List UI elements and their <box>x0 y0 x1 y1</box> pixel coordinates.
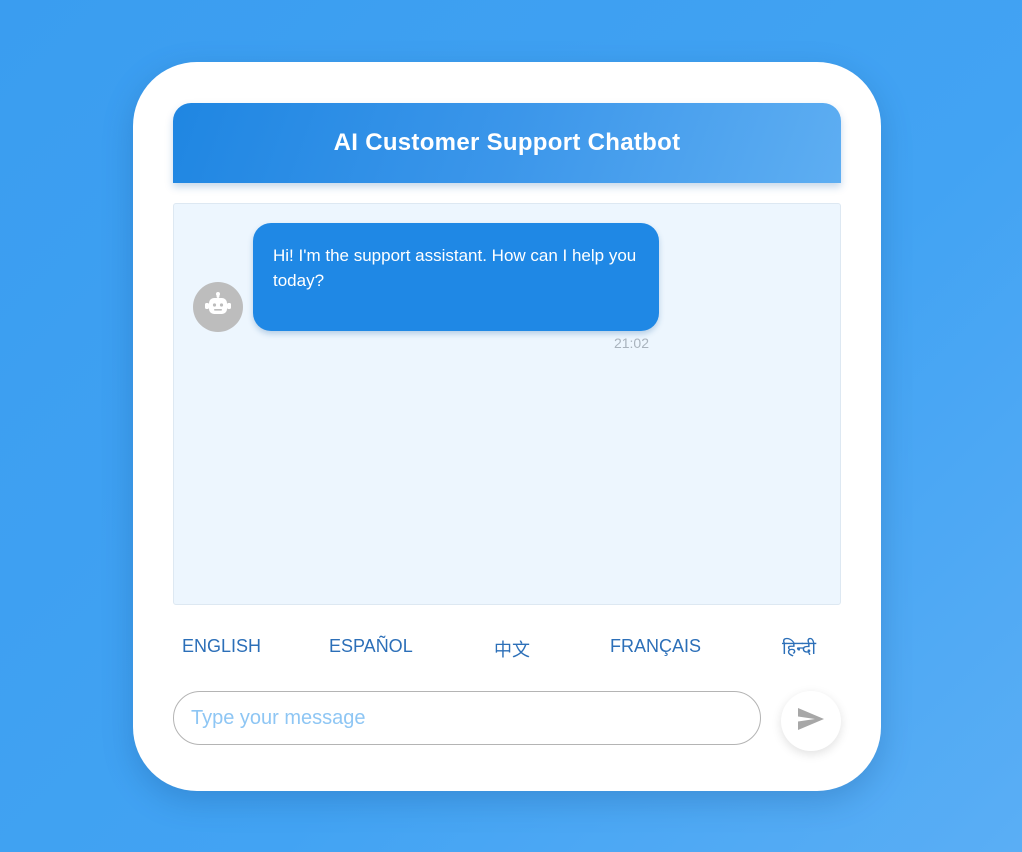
language-selector: ENGLISH ESPAÑOL 中文 FRANÇAIS हिन्दी <box>173 632 841 662</box>
robot-icon <box>204 291 232 323</box>
chat-header: AI Customer Support Chatbot <box>173 103 841 183</box>
chatbot-card: AI Customer Support Chatbot Hi! I'm the … <box>133 62 881 791</box>
send-button[interactable] <box>781 691 841 751</box>
language-chinese-button[interactable]: 中文 <box>494 636 530 662</box>
page-title: AI Customer Support Chatbot <box>333 129 681 156</box>
send-icon <box>796 706 826 737</box>
language-spanish-button[interactable]: ESPAÑOL <box>329 636 413 657</box>
message-list[interactable]: Hi! I'm the support assistant. How can I… <box>173 203 841 605</box>
language-hindi-button[interactable]: हिन्दी <box>782 636 816 660</box>
language-english-button[interactable]: ENGLISH <box>182 636 261 657</box>
bot-message-bubble: Hi! I'm the support assistant. How can I… <box>253 223 659 331</box>
message-input[interactable] <box>173 691 761 745</box>
message-timestamp: 21:02 <box>613 335 649 351</box>
bot-avatar <box>193 282 243 332</box>
language-french-button[interactable]: FRANÇAIS <box>610 636 701 657</box>
